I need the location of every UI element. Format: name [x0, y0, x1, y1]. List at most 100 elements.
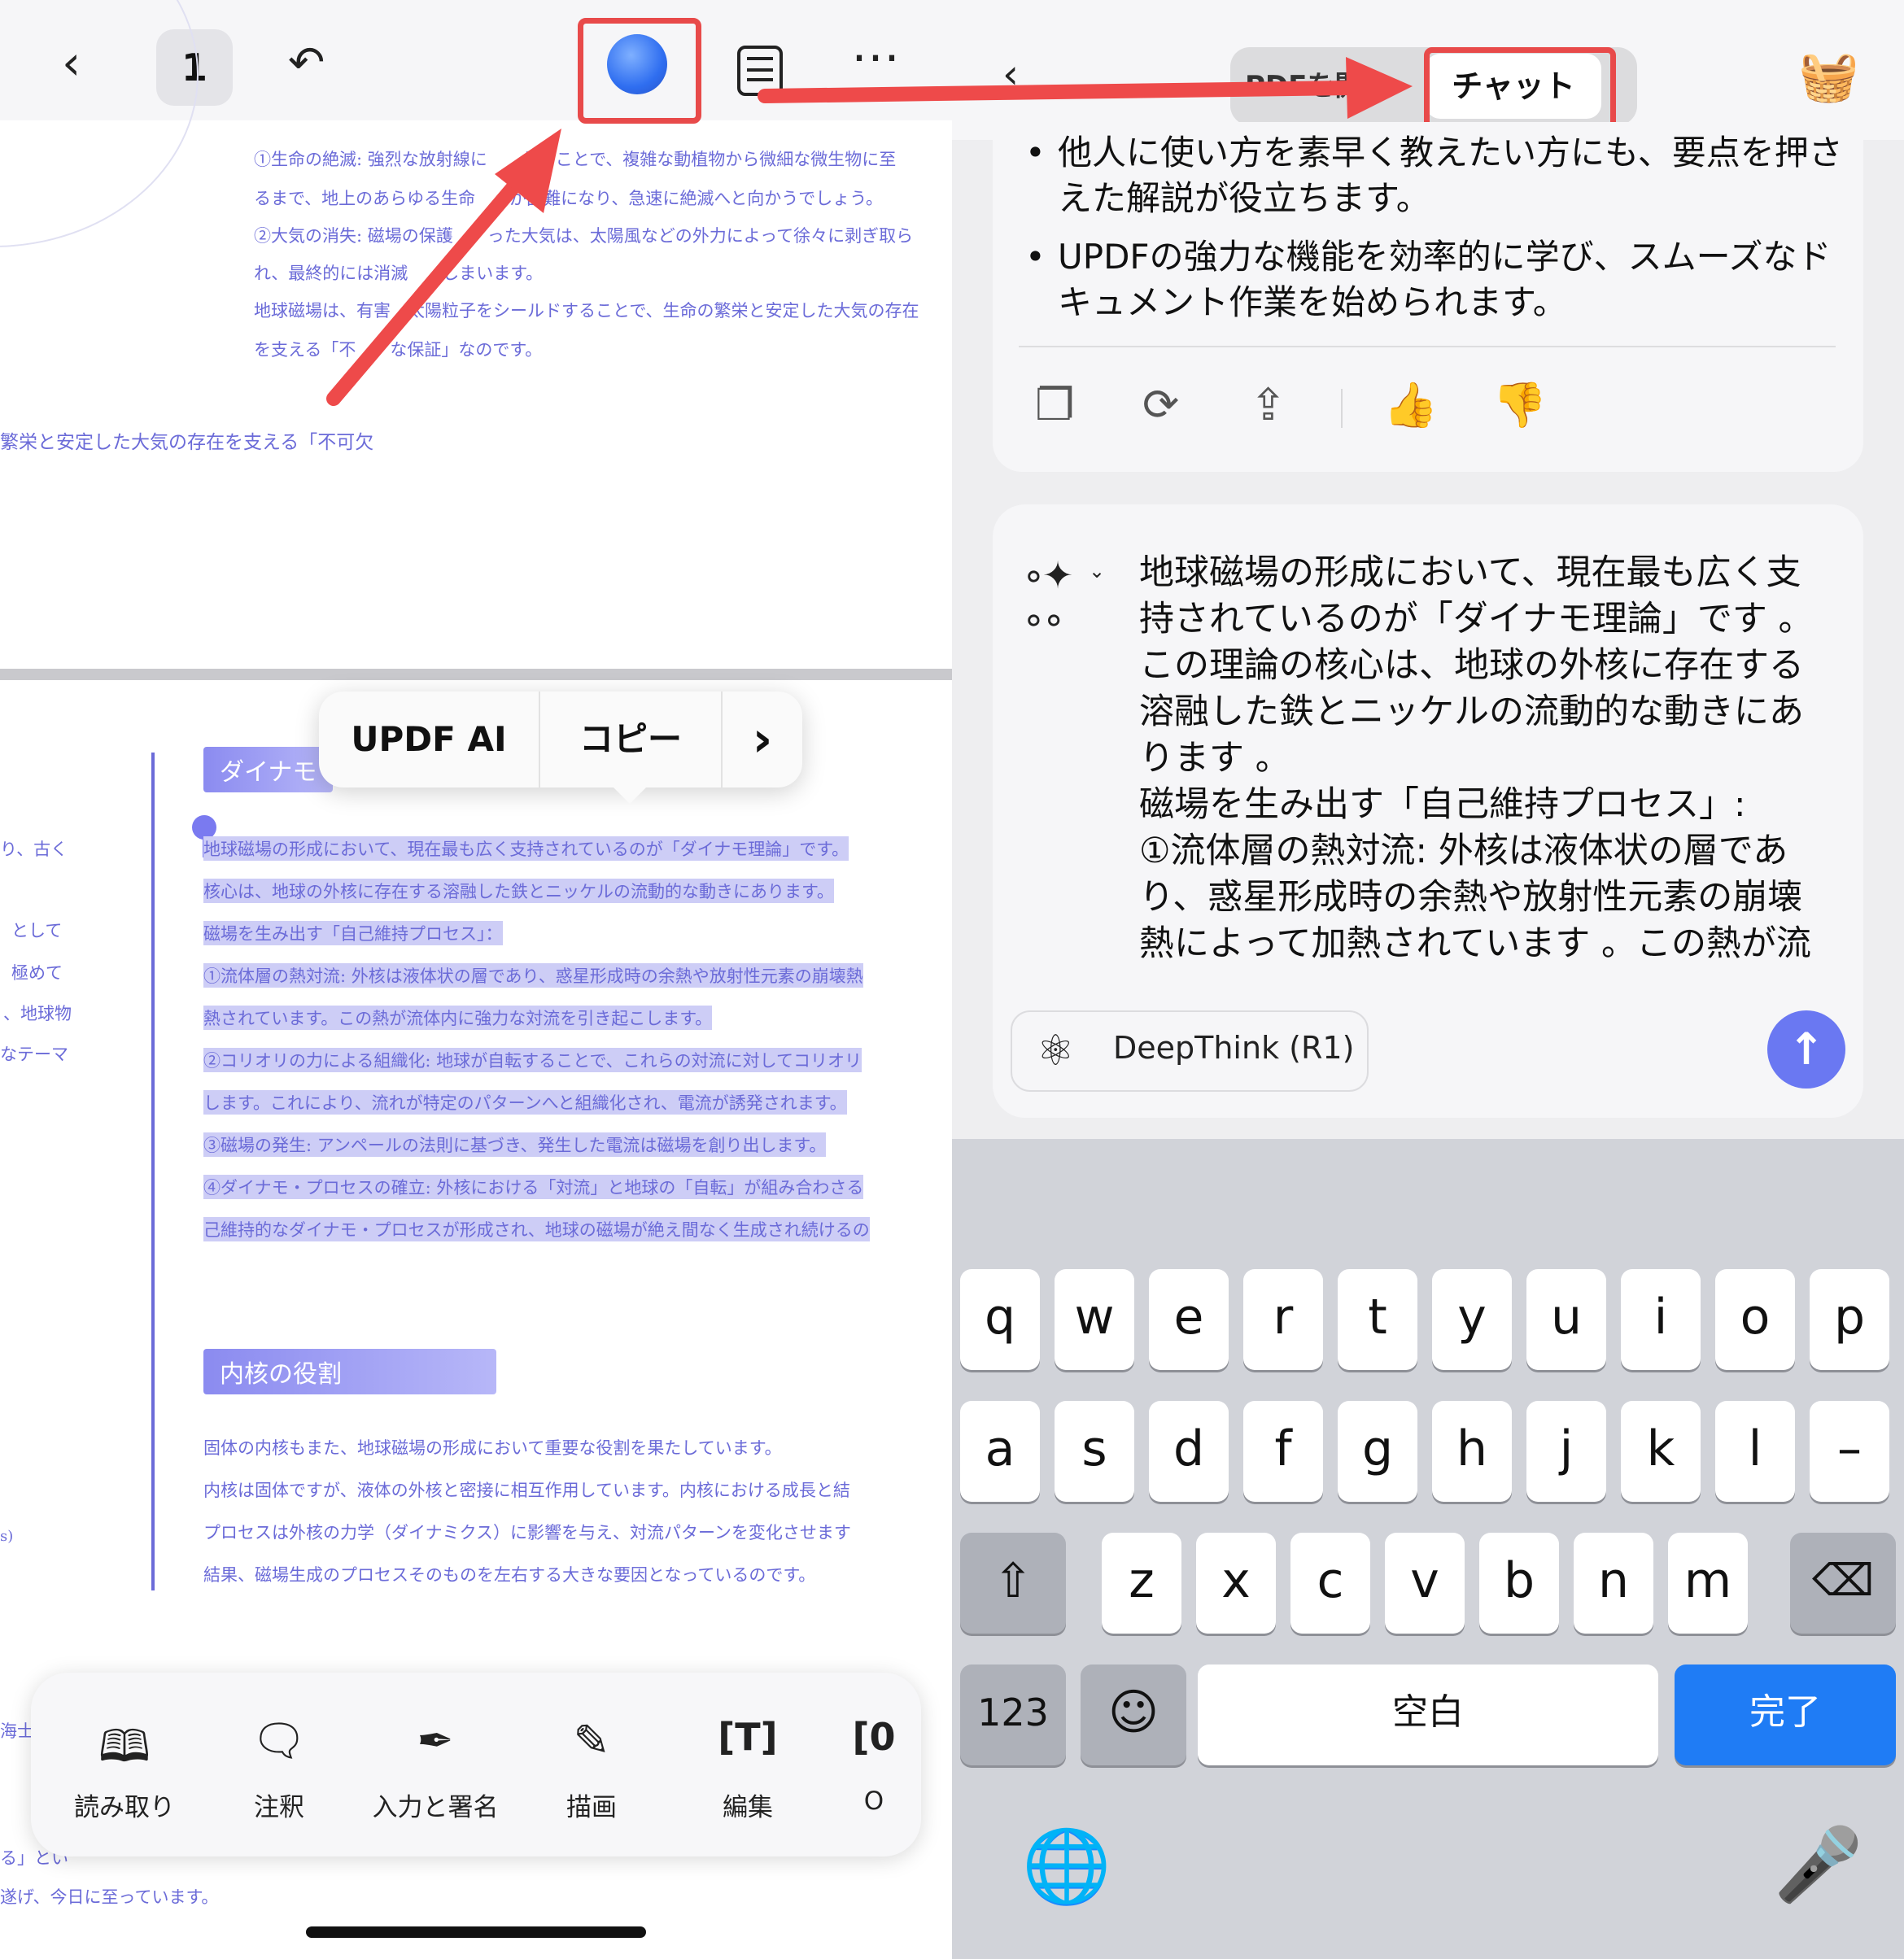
space-key[interactable]: 空白 — [1198, 1664, 1658, 1765]
key-f[interactable]: f — [1243, 1401, 1323, 1502]
key-dash[interactable]: – — [1810, 1401, 1889, 1502]
key-v[interactable]: v — [1385, 1533, 1465, 1634]
back-chevron-icon[interactable]: ‹ — [1002, 54, 1019, 94]
card-divider — [1019, 346, 1836, 347]
popup-updf-ai-button[interactable]: UPDF AI — [319, 692, 539, 788]
input-line: この理論の核心は、地球の外核に存在する — [1139, 645, 1804, 686]
text-selection-popup: UPDF AI コピー › — [319, 692, 802, 788]
tool-label: 注釈 — [254, 1793, 304, 1822]
input-line: り、惑星形成時の余熱や放射性元素の崩壊 — [1139, 877, 1803, 918]
tool-ocr[interactable]: [0 O — [827, 1673, 921, 1816]
microphone-icon[interactable]: 🎤 — [1774, 1822, 1863, 1907]
margin-fragment: 海士 — [0, 1721, 34, 1741]
selected-line[interactable]: ③磁場の発生: アンペールの法則に基づき、発生した電流は磁場を創り出します。 — [203, 1132, 827, 1157]
selected-line[interactable]: 核心は、地球の外核に存在する溶融した鉄とニッケルの流動的な動きにあります。 — [203, 879, 834, 903]
answer-bullet: UPDFの強力な機能を効率的に学び、スムーズなドキュメント作業を始められます。 — [1025, 234, 1855, 325]
key-c[interactable]: c — [1290, 1533, 1370, 1634]
thumbs-down-icon[interactable]: 👎 — [1492, 379, 1547, 431]
doc-line: るまで、地上のあらゆる生命 が困難になり、急速に絶滅へと向かうでしょう。 — [254, 189, 884, 208]
clear-basket-icon[interactable]: 🧺 — [1798, 52, 1859, 101]
chat-input-text[interactable]: 地球磁場の形成において、現在最も広く支 持されているのが「ダイナモ理論」です 。… — [1139, 550, 1847, 973]
tool-edit[interactable]: [T] 編集 — [670, 1673, 825, 1823]
more-icon[interactable]: ⋯ — [851, 33, 900, 81]
chevron-down-icon[interactable]: ⌄ — [1089, 560, 1105, 582]
tool-draw[interactable]: ✎ 描画 — [514, 1673, 669, 1823]
key-p[interactable]: p — [1810, 1269, 1889, 1370]
emoji-icon[interactable]: ☺ — [1081, 1664, 1186, 1765]
action-separator — [1341, 389, 1343, 428]
selected-line[interactable]: 己維持的なダイナモ・プロセスが形成され、地球の磁場が絶え間なく生成され続けるの — [203, 1217, 870, 1241]
section-heading-inner-core: 内核の役割 — [203, 1349, 496, 1394]
doc-line: れ、最終的には消滅 しまいます。 — [254, 264, 544, 283]
done-key[interactable]: 完了 — [1675, 1664, 1896, 1765]
doc-line: を支える「不 な保証」なのです。 — [254, 340, 543, 360]
key-b[interactable]: b — [1479, 1533, 1559, 1634]
atom-icon: ⚛ — [1037, 1027, 1075, 1075]
key-x[interactable]: x — [1196, 1533, 1276, 1634]
ai-icon-highlight-box — [578, 18, 701, 124]
segment-open-pdf[interactable]: PDFを開く — [1245, 63, 1390, 103]
popup-pointer — [610, 784, 649, 804]
page-divider — [0, 669, 952, 680]
doc-line: ②大気の消失: 磁場の保護 った大気は、太陽風などの外力によって徐々に剥ぎ取ら — [254, 226, 914, 246]
key-e[interactable]: e — [1149, 1269, 1229, 1370]
text-edit-icon: [T] — [718, 1715, 778, 1759]
thumbs-up-icon[interactable]: 👍 — [1383, 379, 1438, 431]
copy-icon[interactable]: ❐ — [1035, 379, 1074, 430]
key-h[interactable]: h — [1432, 1401, 1512, 1502]
key-m[interactable]: m — [1668, 1533, 1748, 1634]
backspace-icon[interactable]: ⌫ — [1790, 1533, 1896, 1634]
numbers-key[interactable]: 123 — [960, 1664, 1066, 1765]
model-selector-icon[interactable]: ∘✦ ∘∘ — [1022, 553, 1073, 641]
comment-icon: 🗨 — [251, 1715, 308, 1766]
selected-line[interactable]: ②コリオリの力による組織化: 地球が自転することで、これらの対流に対してコリオリ — [203, 1048, 862, 1072]
margin-fragment: s) — [0, 1528, 14, 1545]
shift-arrow-icon[interactable]: ⇧ — [960, 1533, 1066, 1634]
undo-icon[interactable]: ↶ — [288, 41, 325, 85]
key-z[interactable]: z — [1102, 1533, 1181, 1634]
globe-icon[interactable]: 🌐 — [1022, 1824, 1111, 1909]
key-s[interactable]: s — [1055, 1401, 1134, 1502]
share-icon[interactable]: ⇪ — [1250, 379, 1286, 430]
key-g[interactable]: g — [1338, 1401, 1417, 1502]
send-arrow-up-icon[interactable]: ↑ — [1767, 1010, 1845, 1089]
key-o[interactable]: o — [1715, 1269, 1795, 1370]
key-y[interactable]: y — [1432, 1269, 1512, 1370]
margin-fragment: 、地球物 — [3, 1004, 72, 1023]
tool-fill-sign[interactable]: ✒ 入力と署名 — [358, 1673, 513, 1823]
key-w[interactable]: w — [1055, 1269, 1134, 1370]
tool-read[interactable]: 🕮 読み取り — [47, 1673, 202, 1823]
input-line: 持されているのが「ダイナモ理論」です 。 — [1139, 599, 1814, 639]
selected-line[interactable]: 地球磁場の形成において、現在最も広く支持されているのが「ダイナモ理論」です。 — [203, 836, 849, 861]
ai-chat-pane: ‹ PDFを開く チャット 🧺 他人に使い方を素早く教えたい方にも、要点を押さえ… — [952, 0, 1904, 1959]
popup-copy-button[interactable]: コピー — [540, 692, 721, 788]
selected-line[interactable]: ①流体層の熱対流: 外核は液体状の層であり、惑星形成時の余熱や放射性元素の崩壊熱 — [203, 963, 863, 988]
doc-line: 固体の内核もまた、地球磁場の形成において重要な役割を果たしています。 — [203, 1438, 782, 1458]
key-k[interactable]: k — [1621, 1401, 1701, 1502]
bottom-toolbar: 🕮 読み取り 🗨 注釈 ✒ 入力と署名 ✎ 描画 [T] 編集 [0 O — [31, 1673, 921, 1856]
chat-tab-highlight-box — [1424, 47, 1616, 132]
key-u[interactable]: u — [1526, 1269, 1606, 1370]
regenerate-icon[interactable]: ⟳ — [1142, 379, 1179, 430]
selected-line[interactable]: します。これにより、流れが特定のパターンへと組織化され、電流が誘発されます。 — [203, 1090, 847, 1115]
key-j[interactable]: j — [1526, 1401, 1606, 1502]
outline-list-icon[interactable] — [737, 46, 783, 96]
doc-line: 内核は固体ですが、液体の外核と密接に相互作用しています。内核における成長と結 — [203, 1481, 850, 1500]
selected-line[interactable]: 磁場を生み出す「自己維持プロセス」： — [203, 921, 503, 945]
key-a[interactable]: a — [960, 1401, 1040, 1502]
key-t[interactable]: t — [1338, 1269, 1417, 1370]
popup-more-chevron-icon[interactable]: › — [723, 692, 802, 788]
key-r[interactable]: r — [1243, 1269, 1323, 1370]
selected-line[interactable]: ④ダイナモ・プロセスの確立: 外核における「対流」と地球の「自転」が組み合わさる — [203, 1175, 864, 1199]
tool-annotate[interactable]: 🗨 注釈 — [202, 1673, 356, 1823]
selected-line[interactable]: 熱されています。この熱が流体内に強力な対流を引き起こします。 — [203, 1006, 713, 1030]
tool-label: O — [863, 1787, 884, 1816]
key-l[interactable]: l — [1715, 1401, 1795, 1502]
tool-label: 入力と署名 — [372, 1793, 499, 1822]
input-line: 地球磁場の形成において、現在最も広く支 — [1139, 552, 1801, 593]
key-n[interactable]: n — [1574, 1533, 1653, 1634]
deepthink-label: DeepThink (R1) — [1113, 1030, 1355, 1066]
key-q[interactable]: q — [960, 1269, 1040, 1370]
key-i[interactable]: i — [1621, 1269, 1701, 1370]
key-d[interactable]: d — [1149, 1401, 1229, 1502]
